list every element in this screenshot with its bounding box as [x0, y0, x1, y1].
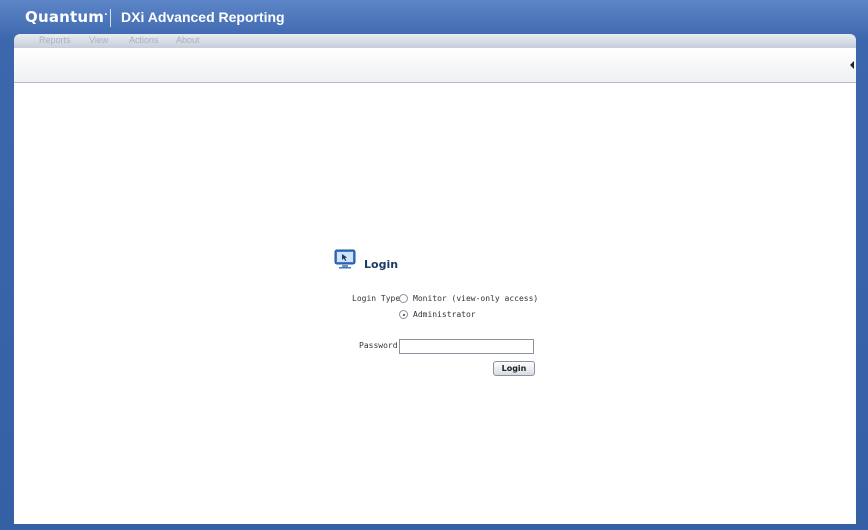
toolbar — [14, 48, 856, 83]
product-title: DXi Advanced Reporting — [121, 9, 285, 25]
menu-item-reports[interactable]: Reports — [39, 35, 71, 45]
app-frame: Quantum. DXi Advanced Reporting Reports … — [0, 0, 868, 530]
title-divider — [110, 9, 111, 27]
login-panel: Login Login Type: Monitor (view-only acc… — [332, 249, 592, 379]
password-input[interactable] — [399, 339, 534, 354]
login-title: Login — [364, 258, 399, 271]
brand-name: Quantum — [25, 8, 105, 26]
radio-monitor[interactable] — [399, 294, 408, 303]
brand-mark: . — [104, 8, 108, 18]
login-type-label: Login Type: — [352, 294, 405, 303]
password-label: Password: — [359, 341, 403, 350]
menu-item-about[interactable]: About — [176, 35, 200, 45]
title-bar: Quantum. DXi Advanced Reporting — [0, 0, 868, 34]
menu-item-view[interactable]: View — [89, 35, 108, 45]
login-button[interactable]: Login — [493, 361, 535, 376]
main-content: Login Login Type: Monitor (view-only acc… — [14, 83, 856, 524]
brand-logo: Quantum. — [25, 8, 108, 26]
collapse-arrow-icon[interactable] — [850, 61, 854, 69]
monitor-option-label: Monitor (view-only access) — [413, 294, 539, 303]
radio-administrator[interactable] — [399, 310, 408, 319]
menu-item-actions[interactable]: Actions — [129, 35, 159, 45]
administrator-option-label: Administrator — [413, 310, 476, 319]
menu-bar: Reports View Actions About — [14, 34, 856, 48]
monitor-cursor-icon — [334, 249, 356, 269]
